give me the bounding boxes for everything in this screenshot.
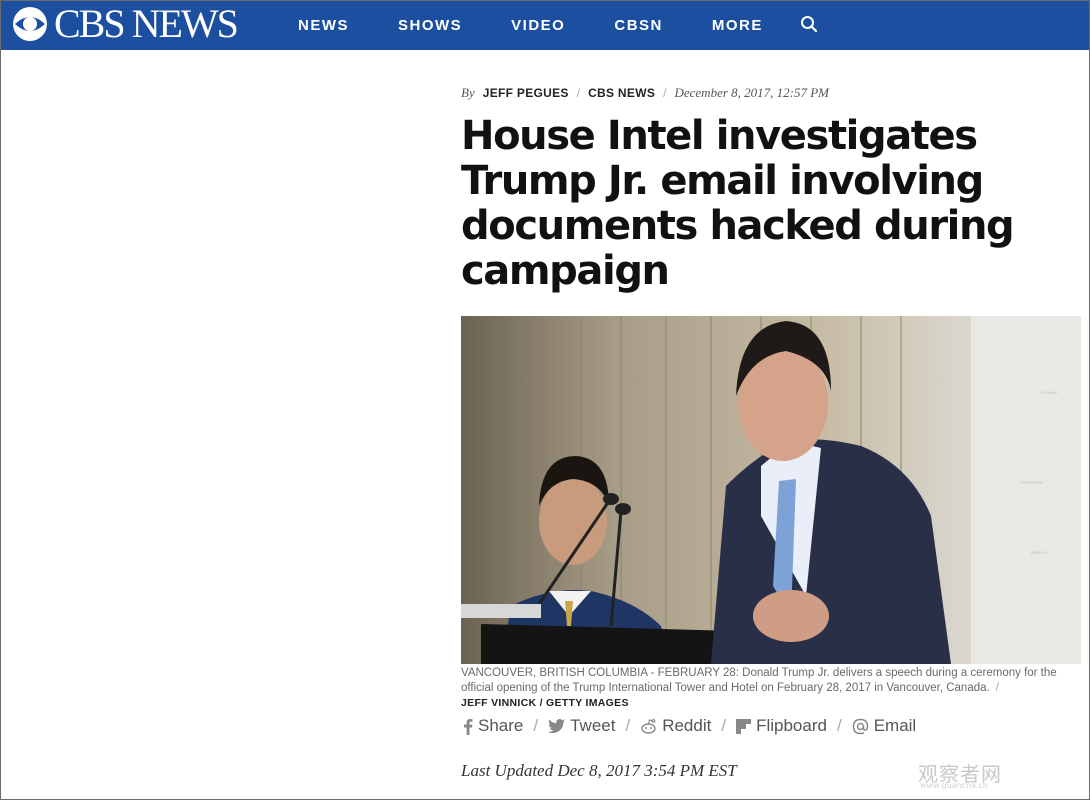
byline-separator: / xyxy=(663,86,667,100)
last-updated: Last Updated Dec 8, 2017 3:54 PM EST xyxy=(461,761,737,780)
share-reddit-label: Reddit xyxy=(662,716,712,735)
share-separator: / xyxy=(836,716,842,735)
nav-video[interactable]: VIDEO xyxy=(511,17,565,34)
svg-text:~~~: ~~~ xyxy=(1031,548,1048,559)
email-at-icon xyxy=(852,718,868,734)
nav-news[interactable]: NEWS xyxy=(298,17,349,34)
share-reddit-button[interactable]: Reddit xyxy=(640,716,711,736)
nav-cbsn[interactable]: CBSN xyxy=(614,17,663,34)
svg-text:~~~: ~~~ xyxy=(1041,388,1058,399)
hero-photo-illustration: ~~~~~~~~~~ xyxy=(461,316,1081,664)
share-flipboard-button[interactable]: Flipboard xyxy=(736,716,827,736)
share-bar: Share / Tweet / Reddit / Flipboard / Ema… xyxy=(463,714,916,738)
article-hero-photo[interactable]: ~~~ ~~~~ ~~~ xyxy=(461,316,1081,664)
reddit-icon xyxy=(641,718,656,734)
share-email-button[interactable]: Email xyxy=(852,716,917,736)
article-byline: By JEFF PEGUES / CBS NEWS / December 8, … xyxy=(461,84,829,102)
share-separator: / xyxy=(721,716,727,735)
byline-author-link[interactable]: JEFF PEGUES xyxy=(483,86,569,100)
watermark-url: www.guancha.cn xyxy=(920,781,988,790)
caption-separator: / xyxy=(995,682,999,694)
nav-more[interactable]: MORE xyxy=(712,17,763,34)
cbs-news-logo[interactable]: CBS NEWS xyxy=(12,1,239,46)
share-facebook-button[interactable]: Share xyxy=(463,716,523,736)
twitter-icon xyxy=(548,719,566,733)
share-flipboard-label: Flipboard xyxy=(756,716,827,735)
share-twitter-button[interactable]: Tweet xyxy=(548,716,615,736)
share-facebook-label: Share xyxy=(478,716,524,735)
share-twitter-label: Tweet xyxy=(570,716,616,735)
flipboard-icon xyxy=(736,718,752,734)
byline-source-link[interactable]: CBS NEWS xyxy=(588,86,655,100)
byline-separator: / xyxy=(576,86,581,100)
main-nav: NEWS SHOWS VIDEO CBSN MORE xyxy=(298,0,812,50)
share-email-label: Email xyxy=(873,716,917,735)
facebook-icon xyxy=(464,718,473,735)
byline-by: By xyxy=(461,85,475,100)
search-icon[interactable] xyxy=(800,15,818,33)
share-separator: / xyxy=(533,716,539,735)
byline-date: December 8, 2017, 12:57 PM xyxy=(674,85,829,100)
photo-caption: VANCOUVER, BRITISH COLUMBIA - FEBRUARY 2… xyxy=(461,666,1081,696)
article-headline: House Intel investigates Trump Jr. email… xyxy=(461,113,1015,294)
logo-text: CBS NEWS xyxy=(54,1,239,46)
share-separator: / xyxy=(625,716,631,735)
nav-shows[interactable]: SHOWS xyxy=(398,17,462,34)
top-navigation-bar: CBS NEWS NEWS SHOWS VIDEO CBSN MORE xyxy=(0,0,1090,50)
cbs-eye-icon xyxy=(13,7,47,41)
photo-caption-text: VANCOUVER, BRITISH COLUMBIA - FEBRUARY 2… xyxy=(461,667,1057,694)
svg-text:~~~~: ~~~~ xyxy=(1021,478,1043,489)
photo-credit: JEFF VINNICK / GETTY IMAGES xyxy=(461,697,629,709)
